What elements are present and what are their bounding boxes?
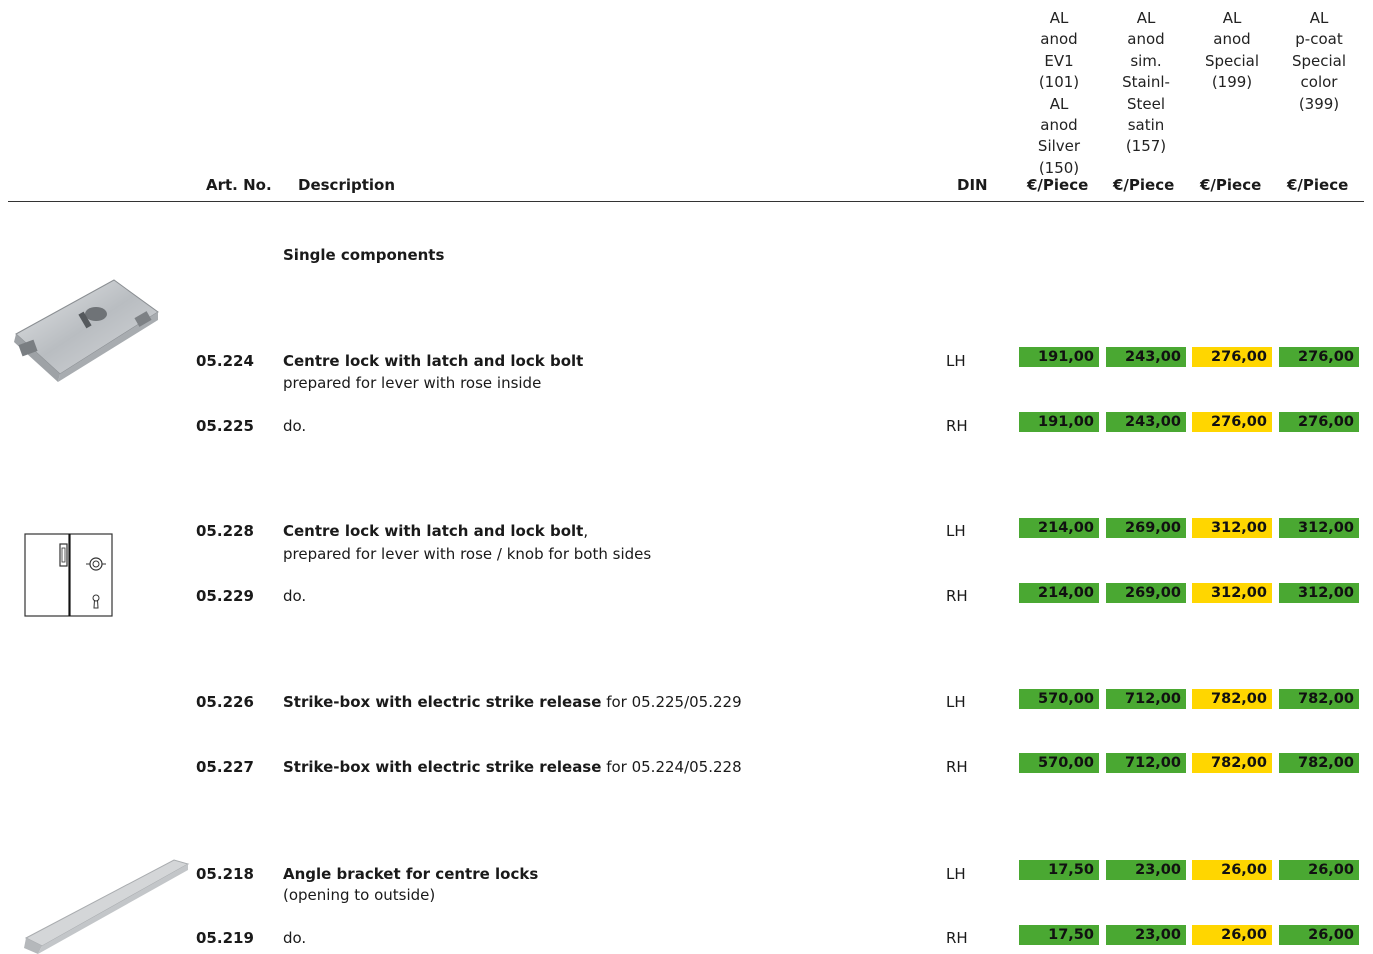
art-no: 05.224 <box>196 352 254 370</box>
column-finish-1: AL anod EV1 (101) AL anod Silver (150) <box>1037 9 1081 177</box>
header-unit-4: €/Piece <box>1287 176 1349 194</box>
din: LH <box>946 522 966 540</box>
price-cell: 312,00 <box>1192 518 1272 538</box>
art-no: 05.225 <box>196 417 254 435</box>
price-cell: 243,00 <box>1106 412 1186 432</box>
header-art-no: Art. No. <box>206 176 272 194</box>
price-cell: 782,00 <box>1192 689 1272 709</box>
price-cell: 191,00 <box>1019 347 1099 367</box>
art-no: 05.228 <box>196 522 254 540</box>
price-cell: 269,00 <box>1106 583 1186 603</box>
din: RH <box>946 929 968 947</box>
price-cell: 782,00 <box>1279 753 1359 773</box>
description: do. <box>283 929 306 947</box>
header-divider <box>8 201 1364 202</box>
price-cell: 312,00 <box>1192 583 1272 603</box>
description-sub: (opening to outside) <box>283 886 436 904</box>
description: Strike-box with electric strike release … <box>283 758 742 776</box>
price-cell: 26,00 <box>1192 925 1272 945</box>
header-unit-2: €/Piece <box>1113 176 1175 194</box>
art-no: 05.227 <box>196 758 254 776</box>
description-sub: prepared for lever with rose / knob for … <box>283 545 652 563</box>
art-no: 05.218 <box>196 865 254 883</box>
description: Centre lock with latch and lock bolt <box>283 352 583 370</box>
description: do. <box>283 417 306 435</box>
price-cell: 26,00 <box>1192 860 1272 880</box>
description: Angle bracket for centre locks <box>283 865 538 883</box>
angle-bracket-photo <box>24 859 190 954</box>
centre-lock-photo <box>14 279 159 382</box>
description-suffix: do. <box>283 417 307 435</box>
description: Centre lock with latch and lock bolt, <box>283 522 588 540</box>
price-cell: 312,00 <box>1279 583 1359 603</box>
description-suffix: do. <box>283 587 307 605</box>
description-title: Centre lock with latch and lock bolt <box>283 522 584 540</box>
price-cell: 214,00 <box>1019 583 1099 603</box>
price-cell: 782,00 <box>1192 753 1272 773</box>
description-title: Strike-box with electric strike release <box>283 693 602 711</box>
price-cell: 312,00 <box>1279 518 1359 538</box>
price-cell: 570,00 <box>1019 753 1099 773</box>
price-cell: 17,50 <box>1019 860 1099 880</box>
description-suffix: , <box>583 522 589 540</box>
price-cell: 269,00 <box>1106 518 1186 538</box>
price-cell: 712,00 <box>1106 753 1186 773</box>
price-cell: 26,00 <box>1279 860 1359 880</box>
column-finish-4: AL p-coat Special color (399) <box>1291 9 1347 113</box>
price-cell: 276,00 <box>1192 347 1272 367</box>
din: LH <box>946 693 966 711</box>
price-cell: 276,00 <box>1279 347 1359 367</box>
header-unit-3: €/Piece <box>1200 176 1262 194</box>
price-cell: 26,00 <box>1279 925 1359 945</box>
section-title: Single components <box>283 246 445 264</box>
price-cell: 191,00 <box>1019 412 1099 432</box>
art-no: 05.229 <box>196 587 254 605</box>
centre-lock-diagram <box>24 533 113 617</box>
description: do. <box>283 587 306 605</box>
din: RH <box>946 417 968 435</box>
price-cell: 712,00 <box>1106 689 1186 709</box>
description-suffix: for 05.225/05.229 <box>601 693 742 711</box>
price-cell: 276,00 <box>1192 412 1272 432</box>
price-cell: 570,00 <box>1019 689 1099 709</box>
din: LH <box>946 352 966 370</box>
price-cell: 17,50 <box>1019 925 1099 945</box>
column-finish-3: AL anod Special (199) <box>1204 9 1260 92</box>
price-cell: 214,00 <box>1019 518 1099 538</box>
din: RH <box>946 587 968 605</box>
art-no: 05.219 <box>196 929 254 947</box>
price-cell: 23,00 <box>1106 860 1186 880</box>
description-title: Strike-box with electric strike release <box>283 758 602 776</box>
art-no: 05.226 <box>196 693 254 711</box>
din: LH <box>946 865 966 883</box>
price-cell: 243,00 <box>1106 347 1186 367</box>
column-finish-2: AL anod sim. Stainl- Steel satin (157) <box>1122 9 1170 156</box>
description-suffix: do. <box>283 929 307 947</box>
description-sub: prepared for lever with rose inside <box>283 374 542 392</box>
description-suffix: for 05.224/05.228 <box>601 758 742 776</box>
price-cell: 23,00 <box>1106 925 1186 945</box>
description-title: Centre lock with latch and lock bolt <box>283 352 584 370</box>
price-cell: 782,00 <box>1279 689 1359 709</box>
description: Strike-box with electric strike release … <box>283 693 742 711</box>
header-description: Description <box>298 176 396 194</box>
price-cell: 276,00 <box>1279 412 1359 432</box>
din: RH <box>946 758 968 776</box>
header-din: DIN <box>957 176 988 194</box>
header-unit-1: €/Piece <box>1027 176 1089 194</box>
description-title: Angle bracket for centre locks <box>283 865 539 883</box>
